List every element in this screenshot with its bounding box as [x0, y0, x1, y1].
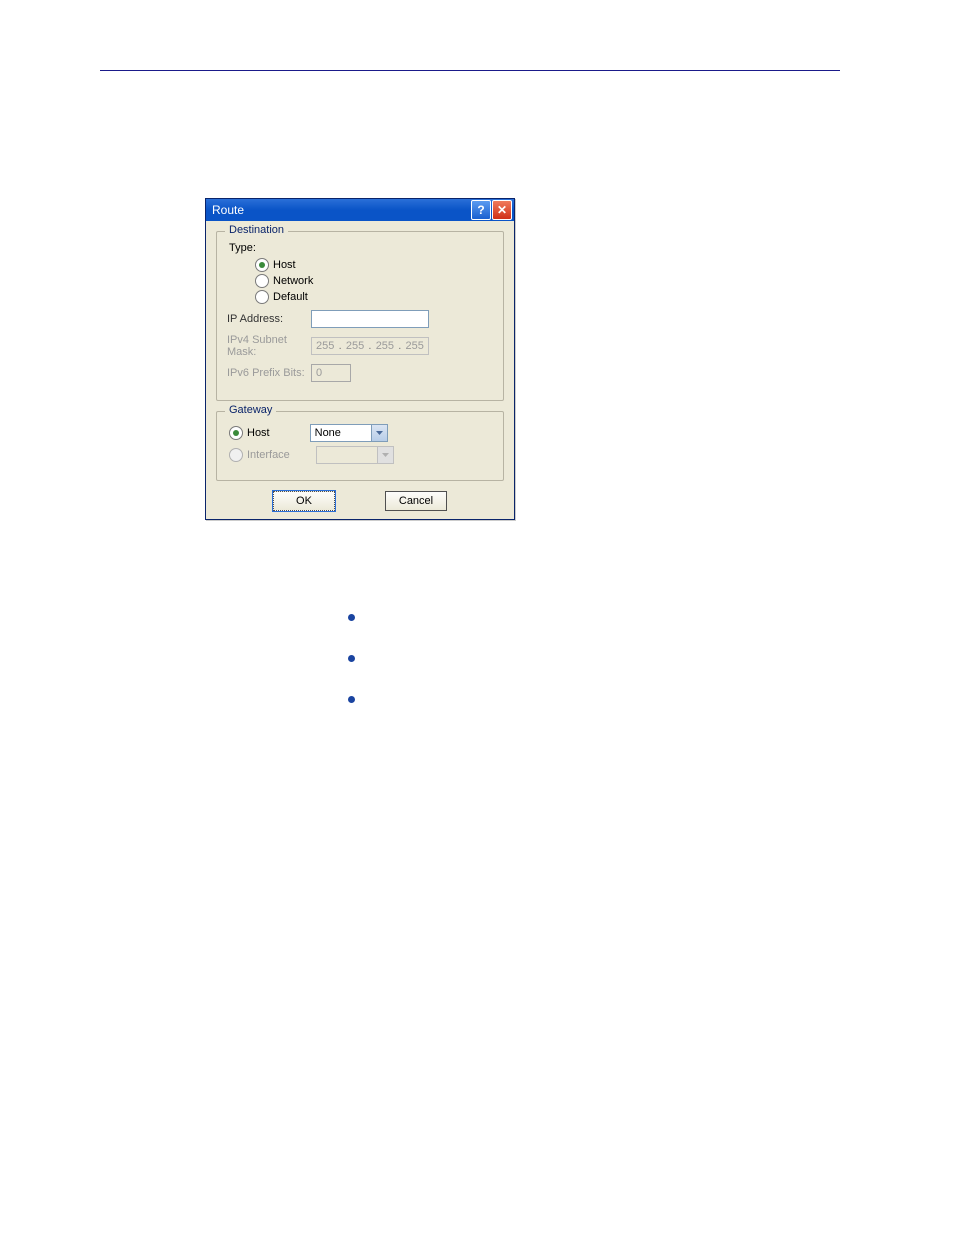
bullet-icon	[348, 614, 355, 621]
help-icon: ?	[477, 203, 484, 217]
type-default-row[interactable]: Default	[255, 290, 493, 304]
bullet-list	[348, 614, 355, 737]
bullet-icon	[348, 655, 355, 662]
subnet-mask-label: IPv4 Subnet Mask:	[227, 334, 311, 358]
gateway-host-row[interactable]: Host None	[229, 424, 493, 442]
destination-legend: Destination	[225, 224, 288, 236]
gateway-interface-label: Interface	[247, 449, 290, 461]
route-dialog: Route ? ✕ Destination Type: Host Network	[205, 198, 515, 520]
type-default-radio[interactable]	[255, 290, 269, 304]
subnet-mask-input: 255 . 255 . 255 . 255	[311, 337, 429, 355]
ip-address-row: IP Address:	[227, 310, 493, 328]
ok-button[interactable]: OK	[273, 491, 335, 511]
type-host-radio[interactable]	[255, 258, 269, 272]
titlebar-buttons: ? ✕	[471, 200, 512, 220]
ip-address-label: IP Address:	[227, 313, 311, 325]
gateway-group: Gateway Host None Interface	[216, 411, 504, 481]
dialog-body: Destination Type: Host Network Default I…	[206, 221, 514, 519]
gateway-interface-radio	[229, 448, 243, 462]
destination-group: Destination Type: Host Network Default I…	[216, 231, 504, 401]
chevron-down-icon[interactable]	[371, 425, 387, 441]
gateway-host-radio[interactable]	[229, 426, 243, 440]
subnet-b: 255	[342, 340, 368, 352]
gateway-host-value: None	[315, 427, 341, 439]
subnet-mask-row: IPv4 Subnet Mask: 255 . 255 . 255 . 255	[227, 334, 493, 358]
close-button[interactable]: ✕	[492, 200, 512, 220]
prefix-bits-row: IPv6 Prefix Bits: 0	[227, 364, 493, 382]
chevron-down-icon	[377, 447, 393, 463]
prefix-bits-input: 0	[311, 364, 351, 382]
bullet-icon	[348, 696, 355, 703]
type-default-label: Default	[273, 291, 308, 303]
type-host-label: Host	[273, 259, 296, 271]
type-network-row[interactable]: Network	[255, 274, 493, 288]
ip-address-input[interactable]	[311, 310, 429, 328]
page-divider	[100, 70, 840, 71]
gateway-interface-dropdown	[316, 446, 394, 464]
titlebar[interactable]: Route ? ✕	[206, 199, 514, 221]
type-label: Type:	[229, 242, 493, 254]
help-button[interactable]: ?	[471, 200, 491, 220]
gateway-host-label: Host	[247, 427, 270, 439]
subnet-a: 255	[312, 340, 338, 352]
gateway-host-dropdown[interactable]: None	[310, 424, 388, 442]
type-host-row[interactable]: Host	[255, 258, 493, 272]
cancel-button[interactable]: Cancel	[385, 491, 447, 511]
button-row: OK Cancel	[216, 491, 504, 511]
type-network-label: Network	[273, 275, 313, 287]
dialog-title: Route	[212, 203, 244, 217]
type-network-radio[interactable]	[255, 274, 269, 288]
gateway-interface-row: Interface	[229, 446, 493, 464]
subnet-c: 255	[372, 340, 398, 352]
close-icon: ✕	[497, 203, 507, 217]
gateway-legend: Gateway	[225, 404, 276, 416]
prefix-bits-label: IPv6 Prefix Bits:	[227, 367, 311, 379]
subnet-d: 255	[402, 340, 428, 352]
